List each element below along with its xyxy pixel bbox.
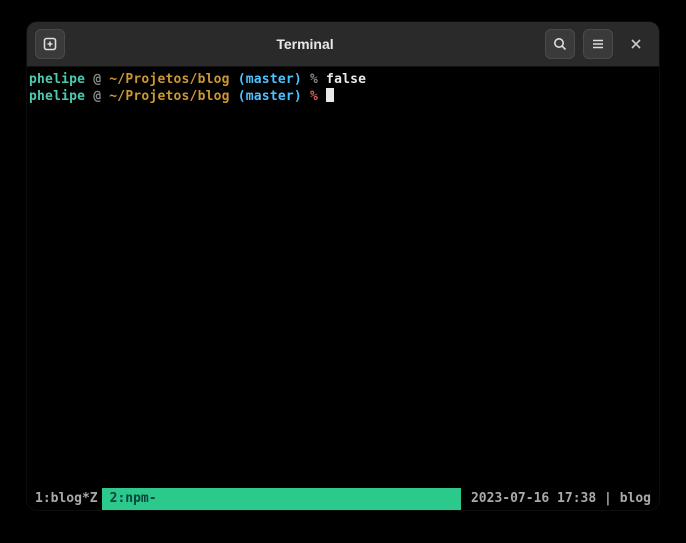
prompt-percent: % <box>310 89 318 104</box>
branch-paren-open: ( <box>238 89 246 104</box>
prompt-line: phelipe @ ~/Projetos/blog (master) % <box>29 88 657 105</box>
command-text: false <box>326 72 366 87</box>
menu-button[interactable] <box>583 29 613 59</box>
status-fill <box>165 488 461 510</box>
status-separator: | <box>596 491 619 506</box>
search-icon <box>552 36 568 52</box>
branch-paren-close: ) <box>294 72 302 87</box>
prompt-line: phelipe @ ~/Projetos/blog (master) % fal… <box>29 71 657 88</box>
titlebar: Terminal <box>27 22 659 67</box>
prompt-user: phelipe <box>29 72 85 87</box>
prompt-percent: % <box>310 72 318 87</box>
prompt-path: ~/Projetos/blog <box>109 89 229 104</box>
status-tab-inactive[interactable]: 1:blog*Z <box>27 488 102 510</box>
plus-icon <box>42 36 58 52</box>
branch-name: master <box>246 89 294 104</box>
status-bar: 1:blog*Z 2:npm- 2023-07-16 17:38 | blog <box>27 488 659 510</box>
status-right: 2023-07-16 17:38 | blog <box>461 488 659 510</box>
search-button[interactable] <box>545 29 575 59</box>
window-title: Terminal <box>71 36 539 52</box>
branch-name: master <box>246 72 294 87</box>
status-tab-active[interactable]: 2:npm- <box>102 488 165 510</box>
hamburger-icon <box>590 36 606 52</box>
status-datetime: 2023-07-16 17:38 <box>471 491 596 506</box>
cursor <box>326 88 334 102</box>
branch-paren-open: ( <box>238 72 246 87</box>
terminal-body[interactable]: phelipe @ ~/Projetos/blog (master) % fal… <box>27 67 659 488</box>
prompt-user: phelipe <box>29 89 85 104</box>
terminal-window: Terminal ph <box>27 22 659 510</box>
close-icon <box>629 37 643 51</box>
titlebar-right <box>545 29 651 59</box>
close-button[interactable] <box>621 29 651 59</box>
prompt-path: ~/Projetos/blog <box>109 72 229 87</box>
status-session: blog <box>620 491 651 506</box>
new-tab-button[interactable] <box>35 29 65 59</box>
branch-paren-close: ) <box>294 89 302 104</box>
